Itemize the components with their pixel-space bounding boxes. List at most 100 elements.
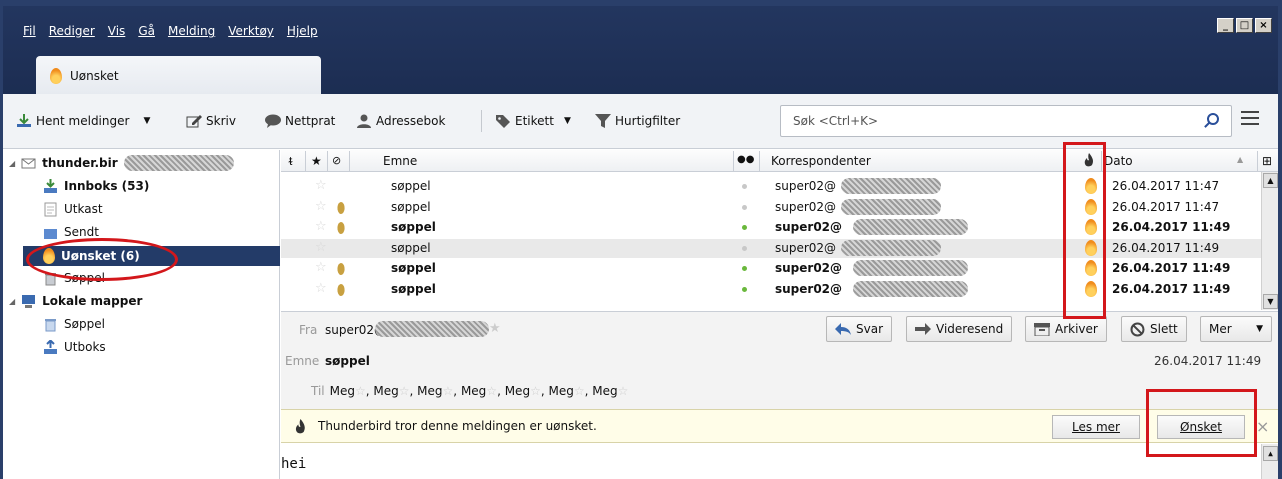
message-subject: søppel	[391, 179, 431, 193]
star-icon[interactable]: ☆	[399, 384, 410, 398]
menu-edit[interactable]: Rediger	[49, 24, 95, 38]
read-status-column-icon[interactable]: ●●	[737, 154, 754, 165]
folder-outbox[interactable]: Utboks	[43, 338, 106, 356]
folder-label: Utkast	[64, 202, 103, 216]
folder-local-trash[interactable]: Søppel	[43, 315, 105, 333]
scroll-down-icon[interactable]: ▼	[1263, 294, 1278, 309]
scroll-up-icon[interactable]: ▲	[1263, 173, 1278, 188]
star-icon[interactable]: ☆	[355, 384, 366, 398]
star-icon[interactable]: ☆	[315, 282, 328, 295]
recipient[interactable]: Meg	[373, 384, 398, 398]
star-column-icon[interactable]: ★	[311, 154, 322, 168]
search-input[interactable]: Søk <Ctrl+K>	[780, 105, 1232, 137]
folder-label: Utboks	[64, 340, 106, 354]
menu-bar: Fil Rediger Vis Gå Melding Verktøy Hjelp	[23, 24, 318, 38]
star-icon[interactable]: ★	[489, 321, 501, 336]
folder-label: Lokale mapper	[42, 294, 143, 308]
address-book-label: Adressebok	[376, 114, 446, 128]
read-status-dot[interactable]	[742, 245, 747, 251]
forward-button[interactable]: Videresend	[906, 316, 1013, 342]
attachment-icon	[336, 281, 346, 298]
folder-account[interactable]: ◢ thunder.bir	[9, 154, 274, 172]
learn-more-button[interactable]: Les mer	[1052, 415, 1140, 439]
close-notification-icon[interactable]: ×	[1256, 417, 1269, 436]
get-messages-button[interactable]: Hent meldinger ▼	[16, 114, 150, 128]
body-scrollbar[interactable]: ▲	[1261, 444, 1278, 479]
star-icon[interactable]: ☆	[315, 179, 328, 192]
message-row[interactable]: ☆ søppel super02@ 26.04.2017 11:49	[281, 280, 1261, 299]
read-status-dot[interactable]	[742, 266, 747, 271]
attachment-icon	[336, 260, 346, 278]
reply-button[interactable]: Svar	[826, 316, 893, 342]
tag-button[interactable]: Etikett ▼	[495, 114, 571, 128]
recipient[interactable]: Meg	[592, 384, 617, 398]
message-row[interactable]: ☆ søppel super02@ 26.04.2017 11:49	[281, 259, 1261, 278]
star-icon[interactable]: ☆	[530, 384, 541, 398]
chat-button[interactable]: Nettprat	[265, 114, 335, 128]
thread-column-icon[interactable]: ᵵ	[289, 154, 292, 168]
message-row[interactable]: ☆ søppel super02@ 26.04.2017 11:47	[281, 177, 1261, 196]
redacted-text	[841, 178, 941, 194]
chevron-down-icon[interactable]: ▼	[143, 116, 150, 126]
flame-icon	[50, 67, 62, 84]
read-status-dot[interactable]	[742, 286, 747, 292]
folder-local[interactable]: ◢ Lokale mapper	[9, 292, 142, 310]
delete-button[interactable]: Slett	[1121, 316, 1187, 342]
read-status-dot[interactable]	[742, 204, 747, 210]
star-icon[interactable]: ☆	[315, 200, 328, 213]
message-body[interactable]: hei ▲	[281, 444, 1278, 479]
star-icon[interactable]: ☆	[574, 384, 585, 398]
maximize-button[interactable]: □	[1236, 18, 1253, 33]
read-status-dot[interactable]	[742, 184, 747, 189]
menu-go[interactable]: Gå	[138, 24, 155, 38]
tab-junk[interactable]: Uønsket	[36, 56, 321, 95]
collapse-arrow-icon[interactable]: ◢	[9, 159, 15, 168]
folder-drafts[interactable]: Utkast	[43, 200, 103, 218]
collapse-arrow-icon[interactable]: ◢	[9, 297, 15, 306]
message-from: super02@	[775, 179, 837, 193]
message-from: super02@	[775, 240, 837, 255]
quick-filter-button[interactable]: Hurtigfilter	[595, 114, 680, 128]
star-icon[interactable]: ☆	[618, 384, 629, 398]
message-row[interactable]: ☆ søppel super02@ 26.04.2017 11:49	[281, 238, 1261, 258]
star-icon[interactable]: ☆	[315, 220, 328, 233]
message-row[interactable]: ☆ søppel super02@ 26.04.2017 11:49	[281, 218, 1261, 237]
column-subject[interactable]: Emne	[383, 154, 417, 168]
recipient[interactable]: Meg	[548, 384, 573, 398]
recipient[interactable]: Meg	[461, 384, 486, 398]
folder-inbox[interactable]: Innboks (53)	[43, 177, 149, 195]
message-row[interactable]: ☆ søppel super02@ 26.04.2017 11:47	[281, 198, 1261, 217]
recipient[interactable]: Meg	[417, 384, 442, 398]
minimize-button[interactable]: _	[1217, 18, 1234, 33]
attachment-column-icon[interactable]: ⊘	[332, 154, 341, 167]
message-from: super02@	[775, 281, 843, 296]
menu-tools[interactable]: Verktøy	[228, 24, 274, 38]
column-correspondents[interactable]: Korrespondenter	[771, 154, 871, 168]
search-icon[interactable]	[1207, 113, 1219, 125]
more-button[interactable]: Mer ▼	[1200, 316, 1272, 342]
star-icon[interactable]: ☆	[486, 384, 497, 398]
write-button[interactable]: Skriv	[186, 114, 236, 128]
star-icon[interactable]: ☆	[315, 261, 328, 274]
folder-pane: ◢ thunder.bir Innboks (53) Utkast Sendt …	[3, 150, 280, 479]
chevron-down-icon: ▼	[1256, 324, 1263, 334]
column-picker-icon[interactable]: ⊞	[1262, 154, 1272, 168]
app-menu-icon[interactable]	[1241, 111, 1259, 129]
star-icon[interactable]: ☆	[443, 384, 454, 398]
recipient[interactable]: Meg	[505, 384, 530, 398]
menu-file[interactable]: Fil	[23, 24, 36, 38]
recipient[interactable]: Meg	[330, 384, 355, 398]
column-date[interactable]: Dato	[1104, 154, 1133, 168]
menu-view[interactable]: Vis	[108, 24, 126, 38]
tag-label: Etikett	[515, 114, 554, 128]
close-window-button[interactable]: ×	[1255, 18, 1272, 33]
main-toolbar: Hent meldinger ▼ Skriv Nettprat Adresseb…	[3, 94, 1278, 149]
read-status-dot[interactable]	[742, 225, 747, 230]
star-icon[interactable]: ☆	[315, 241, 328, 254]
address-book-button[interactable]: Adressebok	[356, 114, 445, 128]
scroll-up-icon[interactable]: ▲	[1263, 446, 1278, 461]
menu-help[interactable]: Hjelp	[287, 24, 318, 38]
archive-button[interactable]: Arkiver	[1025, 316, 1107, 342]
list-scrollbar[interactable]: ▲ ▼	[1261, 172, 1278, 310]
menu-message[interactable]: Melding	[168, 24, 215, 38]
